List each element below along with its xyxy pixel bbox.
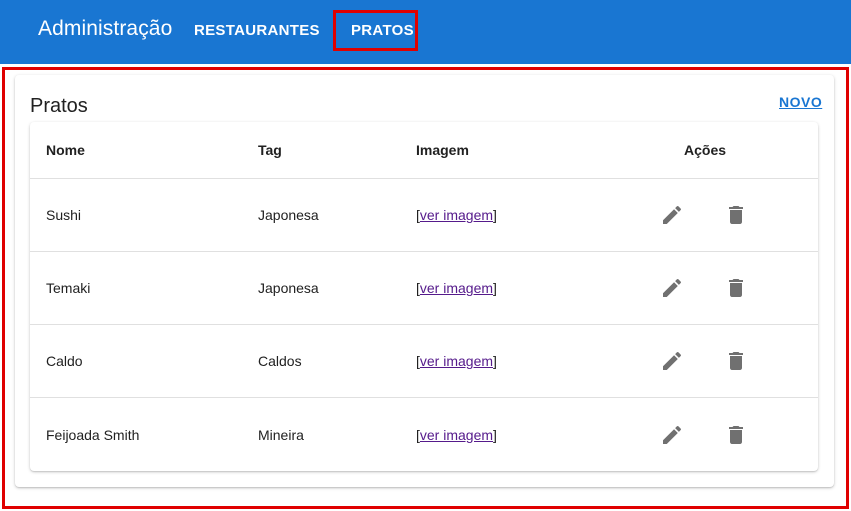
content-highlight-box <box>2 67 849 509</box>
nav-link-pratos[interactable]: PRATOS <box>351 22 414 39</box>
nav-link-restaurantes[interactable]: RESTAURANTES <box>194 22 320 39</box>
app-bar: Administração RESTAURANTES PRATOS <box>0 0 851 64</box>
app-title: Administração <box>38 17 173 40</box>
